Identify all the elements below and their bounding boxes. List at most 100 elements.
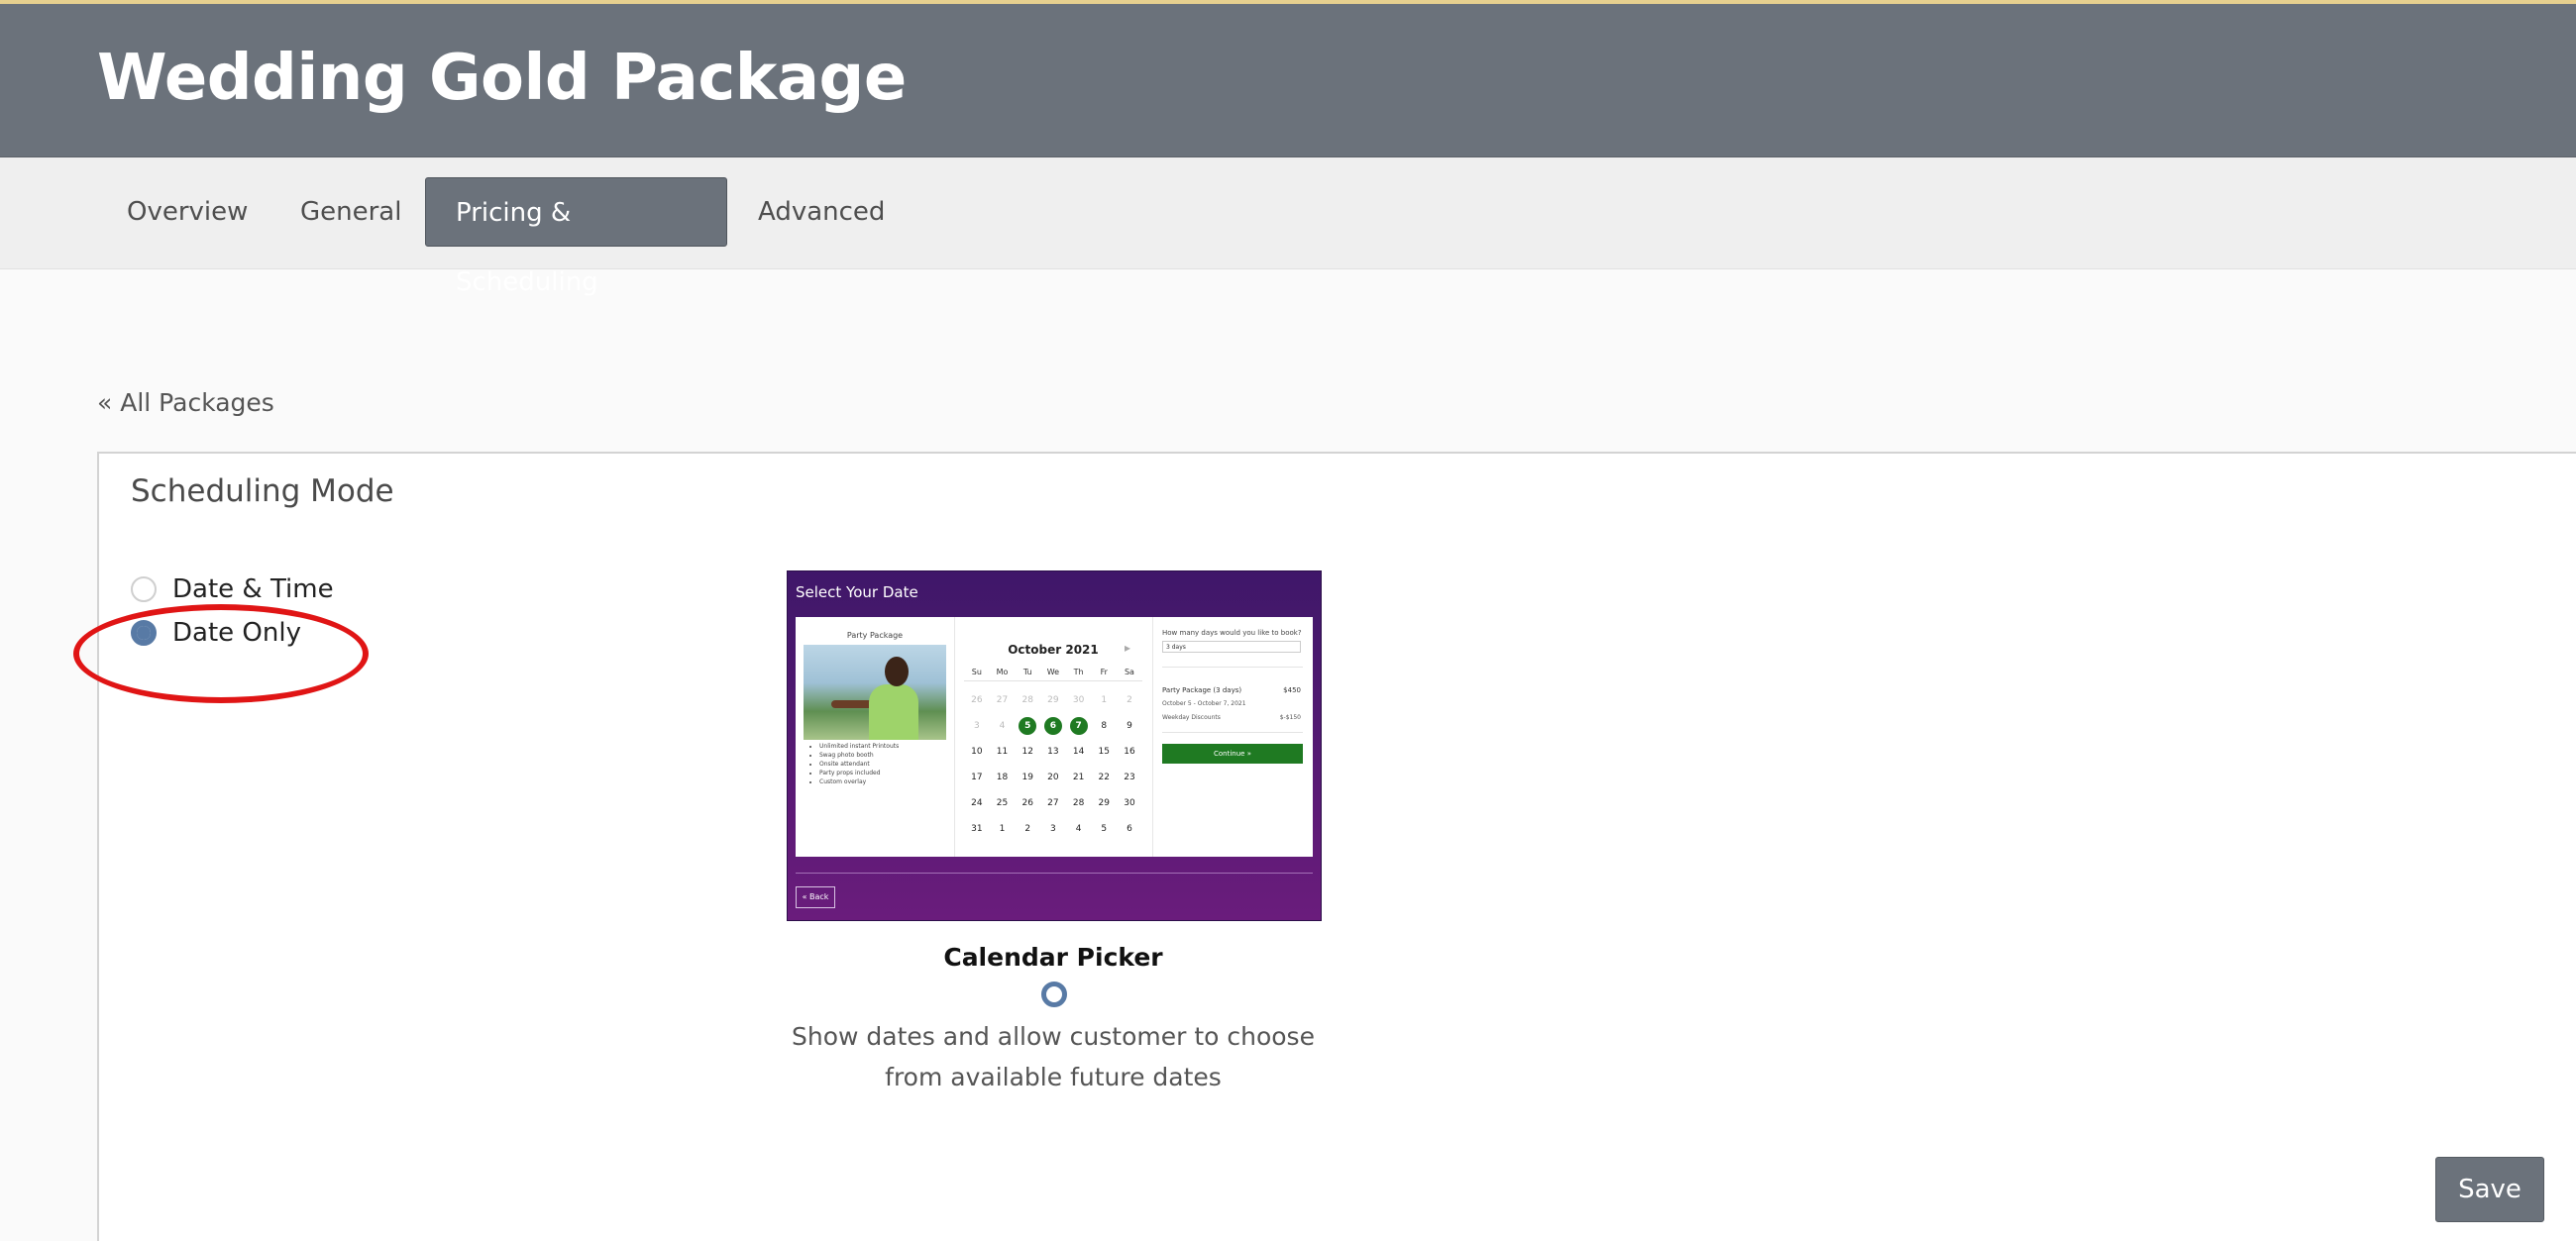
calendar-day: 10 <box>964 747 990 757</box>
page-header: Wedding Gold Package <box>0 4 2576 157</box>
calendar-day-number: 3 <box>973 721 980 731</box>
calendar-day: 30 <box>1066 695 1092 705</box>
chevron-right-icon: ▸ <box>1125 641 1131 655</box>
calendar-day: 12 <box>1015 747 1040 757</box>
calendar-day: 29 <box>1091 798 1117 808</box>
calendar-day: 8 <box>1091 721 1117 731</box>
calendar-day: 2 <box>1015 824 1040 834</box>
calendar-weekday: Tu <box>1022 667 1032 676</box>
calendar-day: 2 <box>1117 695 1142 705</box>
calendar-day-number: 14 <box>1072 747 1085 757</box>
discount-label: Weekday Discounts <box>1162 714 1221 721</box>
tab-bar: Overview General Pricing & Scheduling Ad… <box>0 157 2576 297</box>
calendar-day: 28 <box>1066 798 1092 808</box>
highlight-annotation <box>73 604 369 703</box>
tab-general[interactable]: General <box>270 177 431 247</box>
calendar-day: 24 <box>964 798 990 808</box>
calendar-day-number: 26 <box>1021 798 1033 808</box>
section-title: Scheduling Mode <box>131 473 394 509</box>
calendar-week-row: 3 4 567 8 9 <box>964 713 1142 739</box>
calendar-day: 21 <box>1066 773 1092 782</box>
tab-advanced[interactable]: Advanced <box>728 177 914 247</box>
calendar-weekday: Fr <box>1100 667 1108 676</box>
calendar-day-number: 18 <box>996 773 1009 782</box>
calendar-day-number: 13 <box>1047 747 1059 757</box>
preview-content: Party Package Unlimited instant Printout… <box>796 617 1313 857</box>
tab-pricing-scheduling[interactable]: Pricing & Scheduling <box>425 177 727 297</box>
calendar-day: 18 <box>990 773 1016 782</box>
calendar-day: 9 <box>1117 721 1142 731</box>
preview-days-select: 3 days <box>1162 641 1301 653</box>
calendar-day-number: 2 <box>1024 824 1031 834</box>
calendar-day-number: 1 <box>999 824 1006 834</box>
calendar-picker-title: Calendar Picker <box>943 943 1163 972</box>
calendar-picker-radio[interactable] <box>1041 982 1067 1007</box>
calendar-weekday-row: Su Mo Tu We Th Fr Sa <box>964 663 1142 681</box>
calendar-day-number: 19 <box>1021 773 1033 782</box>
calendar-weekday: Sa <box>1124 667 1134 676</box>
calendar-week-row: 26 27 28 29 30 1 2 <box>964 687 1142 713</box>
photo-shape <box>885 657 909 686</box>
preview-continue-button: Continue » <box>1162 744 1303 764</box>
line-item-label: Party Package (3 days) <box>1162 686 1242 694</box>
calendar-day: 13 <box>1040 747 1066 757</box>
calendar-day-number: 5 <box>1101 824 1108 834</box>
calendar-day-number: 28 <box>1021 695 1033 705</box>
calendar-day-number: 15 <box>1098 747 1110 757</box>
calendar-day-number: 24 <box>971 798 983 808</box>
calendar-weekday: Su <box>971 667 982 676</box>
list-item: Party props included <box>819 769 899 777</box>
calendar-day: 28 <box>1015 695 1040 705</box>
calendar-day: 25 <box>990 798 1016 808</box>
calendar-day: 1 <box>1091 695 1117 705</box>
calendar-day-number: 6 <box>1043 717 1062 735</box>
list-item: Custom overlay <box>819 777 899 786</box>
calendar-day: 16 <box>1117 747 1142 757</box>
calendar-day: 3 <box>964 721 990 731</box>
calendar-day-number: 1 <box>1101 695 1108 705</box>
calendar-day-number: 16 <box>1124 747 1135 757</box>
preview-package-column: Party Package Unlimited instant Printout… <box>796 617 955 857</box>
description-line: Show dates and allow customer to choose <box>792 1022 1315 1051</box>
all-packages-link[interactable]: « All Packages <box>97 388 274 417</box>
calendar-day-number: 23 <box>1124 773 1135 782</box>
date-time-radio[interactable] <box>131 576 157 602</box>
calendar-day: 30 <box>1117 798 1142 808</box>
list-item: Onsite attendant <box>819 760 899 769</box>
page-title: Wedding Gold Package <box>97 42 907 115</box>
calendar-preview-image: Select Your Date Party Package Unlimited… <box>787 570 1322 921</box>
calendar-week-row: 10 11 12 13 14 15 16 <box>964 739 1142 765</box>
calendar-day-number: 6 <box>1127 824 1132 834</box>
preview-summary: How many days would you like to book? 3 … <box>1152 617 1313 857</box>
calendar-day-number: 17 <box>971 773 983 782</box>
preview-question: How many days would you like to book? <box>1162 629 1302 637</box>
calendar-day: 23 <box>1117 773 1142 782</box>
calendar-day-number: 30 <box>1124 798 1135 808</box>
calendar-day: 7 <box>1066 717 1092 735</box>
calendar-day-number: 2 <box>1127 695 1132 705</box>
calendar-day: 31 <box>964 824 990 834</box>
preview-package-name: Party Package <box>846 631 904 640</box>
calendar-week-row: 24 25 26 27 28 29 30 <box>964 790 1142 816</box>
calendar-weekday: Mo <box>996 667 1009 676</box>
calendar-week-row: 31 1 2 3 4 5 6 <box>964 816 1142 842</box>
calendar-day: 22 <box>1091 773 1117 782</box>
tab-overview[interactable]: Overview <box>97 177 277 247</box>
calendar-day: 1 <box>990 824 1016 834</box>
divider <box>1162 732 1303 733</box>
calendar-day: 29 <box>1040 695 1066 705</box>
line-item-price: $450 <box>1283 686 1301 694</box>
calendar-day: 26 <box>964 695 990 705</box>
calendar-day-number: 12 <box>1021 747 1033 757</box>
calendar-day: 20 <box>1040 773 1066 782</box>
calendar-day-number: 26 <box>971 695 983 705</box>
calendar-day-number: 27 <box>1047 798 1059 808</box>
calendar-weekday: Th <box>1073 667 1084 676</box>
calendar-day: 15 <box>1091 747 1117 757</box>
calendar-day: 11 <box>990 747 1016 757</box>
preview-package-photo <box>804 645 946 740</box>
calendar-day: 19 <box>1015 773 1040 782</box>
option-date-time[interactable]: Date & Time <box>131 574 334 604</box>
save-button[interactable]: Save <box>2435 1157 2544 1222</box>
calendar-day-number: 4 <box>999 721 1006 731</box>
